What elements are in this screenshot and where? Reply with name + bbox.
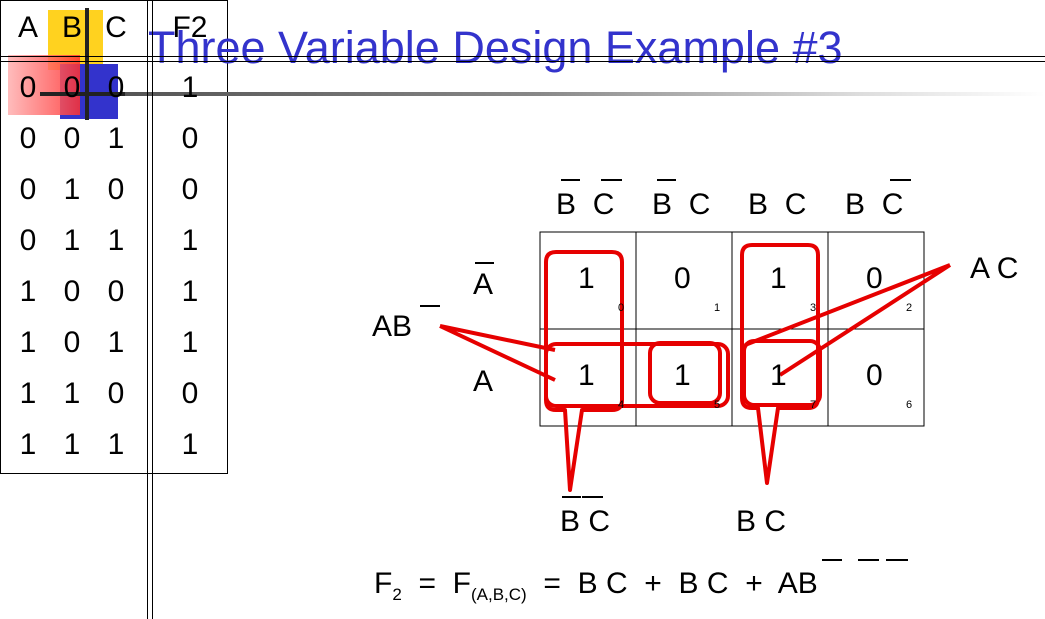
callout-bc: B C	[736, 505, 787, 538]
eq-equals-1: =	[418, 567, 436, 600]
callout-ab-bar-a: A	[372, 310, 393, 343]
kmap-col-header-2: B C	[748, 188, 806, 222]
kmap-cell-value: 0	[866, 359, 883, 392]
eq-term2-c: C	[706, 567, 729, 600]
callout-ac: A C	[970, 252, 1019, 285]
kmap-col-3-var1: B	[845, 188, 866, 221]
eq-equals-2: =	[543, 567, 561, 600]
kmap-col-0-var2: C	[592, 188, 615, 221]
kmap-cell-index: 1	[714, 302, 721, 314]
kmap-diagram	[420, 179, 952, 561]
kmap-col-0-var1: B	[556, 188, 577, 221]
callout-ab-bar-b: B	[392, 310, 413, 343]
kmap-col-1-var2: C	[688, 188, 711, 221]
overlines	[420, 179, 911, 561]
callout-bc-bar-c: C	[588, 505, 611, 538]
eq-term-bc: B C	[577, 567, 628, 600]
kmap-cell-index: 7	[810, 399, 817, 411]
kmap-col-header-1: B C	[652, 188, 710, 222]
ab-bar-pointer	[439, 324, 556, 382]
kmap-cell-index: 3	[810, 302, 817, 314]
eq-lhs-sub: 2	[392, 585, 402, 604]
kmap-col-2-var1: B	[748, 188, 769, 221]
kmap-cell-value: 0	[866, 262, 883, 295]
eq-term2-b: B	[678, 567, 699, 600]
kmap-cell-index: 2	[906, 302, 913, 314]
equation: F2 = F(A,B,C) = B C + B C + AB	[374, 567, 818, 605]
kmap-cell-value: 1	[674, 359, 691, 392]
kmap-cell-index: 6	[906, 399, 913, 411]
callout-bc-bar-b: B	[560, 505, 581, 538]
kmap-cell-value: 1	[770, 262, 787, 295]
callout-bc-bar: B C	[560, 505, 610, 539]
kmap-col-header-0: B C	[556, 188, 614, 222]
kmap-row-header-1: A	[473, 365, 494, 398]
group-ab-bar-loop	[544, 342, 730, 408]
eq-lhs: F	[374, 567, 393, 600]
eq-term3-a: A	[777, 567, 798, 600]
eq-fn-sub: (A,B,C)	[471, 585, 527, 604]
kmap-col-1-var1: B	[652, 188, 673, 221]
kmap-cell-value: 1	[770, 359, 787, 392]
kmap-cell-index: 4	[618, 399, 625, 411]
kmap-cell-value: 1	[578, 262, 595, 295]
kmap-col-3-var2: C	[881, 188, 904, 221]
callout-ab-bar: AB	[372, 310, 412, 344]
kmap-cell-index: 5	[714, 399, 721, 411]
eq-term3-b: B	[797, 567, 818, 600]
kmap-cell-value: 1	[578, 359, 595, 392]
kmap-cell-value: 0	[674, 262, 691, 295]
kmap-col-header-3: B C	[845, 188, 903, 222]
kmap-cell-index: 0	[618, 302, 625, 314]
eq-fn: F	[452, 567, 471, 600]
kmap-row-header-0: A	[473, 268, 494, 301]
eq-plus-1: +	[644, 567, 662, 600]
eq-plus-2: +	[745, 567, 763, 600]
kmap-col-2-var2: C	[784, 188, 807, 221]
